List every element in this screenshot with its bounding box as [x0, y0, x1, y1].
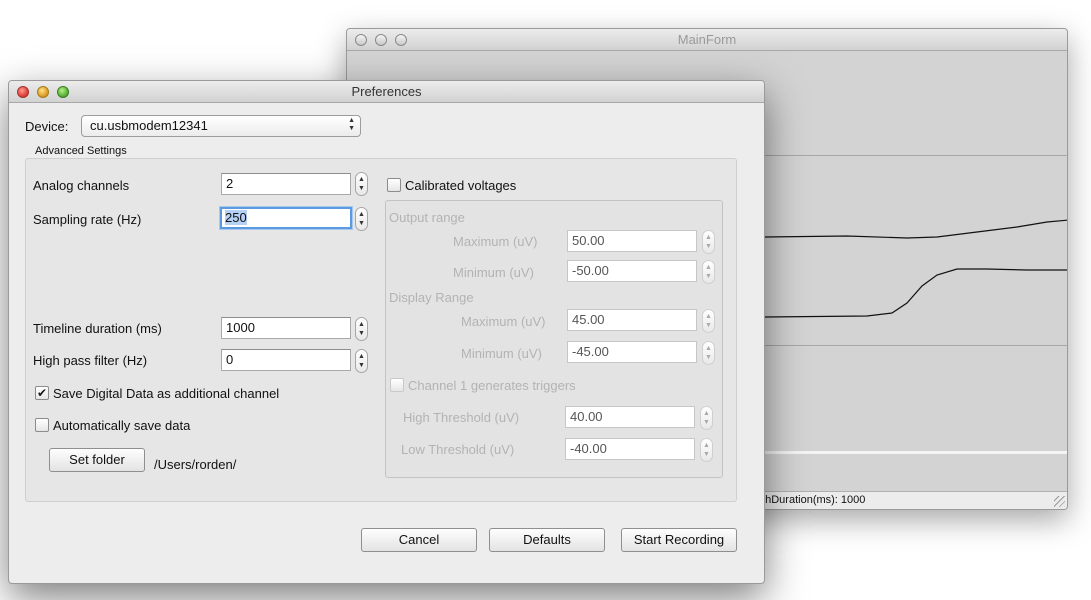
zoom-icon[interactable]	[395, 34, 407, 46]
device-select[interactable]: cu.usbmodem12341 ▲ ▼	[81, 115, 361, 137]
output-max-input[interactable]: 50.00	[567, 230, 697, 252]
resize-grip-icon[interactable]	[1054, 496, 1065, 507]
main-form-title: MainForm	[677, 32, 737, 47]
start-recording-button[interactable]: Start Recording	[621, 528, 737, 552]
high-pass-filter-stepper[interactable]: ▲ ▼	[355, 349, 368, 373]
device-value: cu.usbmodem12341	[90, 118, 208, 133]
display-range-label: Display Range	[389, 290, 474, 305]
analog-channels-stepper[interactable]: ▲ ▼	[355, 172, 368, 196]
sampling-rate-label: Sampling rate (Hz)	[33, 212, 142, 227]
main-form-titlebar: MainForm	[347, 29, 1067, 51]
display-max-input[interactable]: 45.00	[567, 309, 697, 331]
display-min-stepper[interactable]: ▲ ▼	[702, 341, 715, 365]
preferences-title: Preferences	[351, 84, 422, 99]
save-digital-checkbox[interactable]: ✔	[35, 386, 49, 400]
minimize-icon[interactable]	[37, 86, 49, 98]
high-pass-filter-label: High pass filter (Hz)	[33, 353, 148, 368]
close-icon[interactable]	[355, 34, 367, 46]
auto-save-label: Automatically save data	[53, 418, 191, 433]
high-threshold-input[interactable]: 40.00	[565, 406, 695, 428]
sampling-rate-stepper[interactable]: ▲ ▼	[355, 207, 368, 231]
sampling-rate-input[interactable]: 250	[220, 207, 352, 229]
display-min-input[interactable]: -45.00	[567, 341, 697, 363]
analog-channels-label: Analog channels	[33, 178, 130, 193]
preferences-window: Preferences Device: cu.usbmodem12341 ▲ ▼ …	[8, 80, 765, 584]
low-threshold-label: Low Threshold (uV)	[401, 442, 515, 457]
low-threshold-input[interactable]: -40.00	[565, 438, 695, 460]
output-min-label: Minimum (uV)	[453, 265, 534, 280]
advanced-settings-label: Advanced Settings	[35, 145, 127, 157]
auto-save-checkbox[interactable]	[35, 418, 49, 432]
preferences-content: Device: cu.usbmodem12341 ▲ ▼ Advanced Set…	[9, 103, 764, 583]
channel-trigger-checkbox[interactable]	[390, 378, 404, 392]
high-pass-filter-input[interactable]: 0	[221, 349, 351, 371]
high-threshold-label: High Threshold (uV)	[403, 410, 520, 425]
timeline-duration-stepper[interactable]: ▲ ▼	[355, 317, 368, 341]
high-threshold-stepper[interactable]: ▲ ▼	[700, 406, 713, 430]
folder-path: /Users/rorden/	[154, 457, 237, 472]
chevron-up-down-icon: ▲ ▼	[348, 117, 355, 132]
save-digital-label: Save Digital Data as additional channel	[53, 386, 280, 401]
display-max-label: Maximum (uV)	[461, 314, 546, 329]
close-icon[interactable]	[17, 86, 29, 98]
timeline-duration-label: Timeline duration (ms)	[33, 321, 162, 336]
output-min-stepper[interactable]: ▲ ▼	[702, 260, 715, 284]
set-folder-button[interactable]: Set folder	[49, 448, 145, 472]
check-icon: ✔	[36, 386, 48, 400]
window-controls	[355, 34, 407, 46]
timeline-duration-input[interactable]: 1000	[221, 317, 351, 339]
status-text: phDuration(ms): 1000	[759, 494, 866, 506]
analog-channels-input[interactable]: 2	[221, 173, 351, 195]
output-range-label: Output range	[389, 210, 465, 225]
preferences-titlebar: Preferences	[9, 81, 764, 103]
zoom-icon[interactable]	[57, 86, 69, 98]
window-controls	[17, 86, 69, 98]
output-min-input[interactable]: -50.00	[567, 260, 697, 282]
display-max-stepper[interactable]: ▲ ▼	[702, 309, 715, 333]
output-max-stepper[interactable]: ▲ ▼	[702, 230, 715, 254]
cancel-button[interactable]: Cancel	[361, 528, 477, 552]
calibrated-voltages-label: Calibrated voltages	[405, 178, 517, 193]
channel-trigger-label: Channel 1 generates triggers	[408, 378, 576, 393]
device-label: Device:	[25, 119, 69, 134]
output-max-label: Maximum (uV)	[453, 234, 538, 249]
calibrated-voltages-checkbox[interactable]	[387, 178, 401, 192]
defaults-button[interactable]: Defaults	[489, 528, 605, 552]
display-min-label: Minimum (uV)	[461, 346, 542, 361]
minimize-icon[interactable]	[375, 34, 387, 46]
low-threshold-stepper[interactable]: ▲ ▼	[700, 438, 713, 462]
